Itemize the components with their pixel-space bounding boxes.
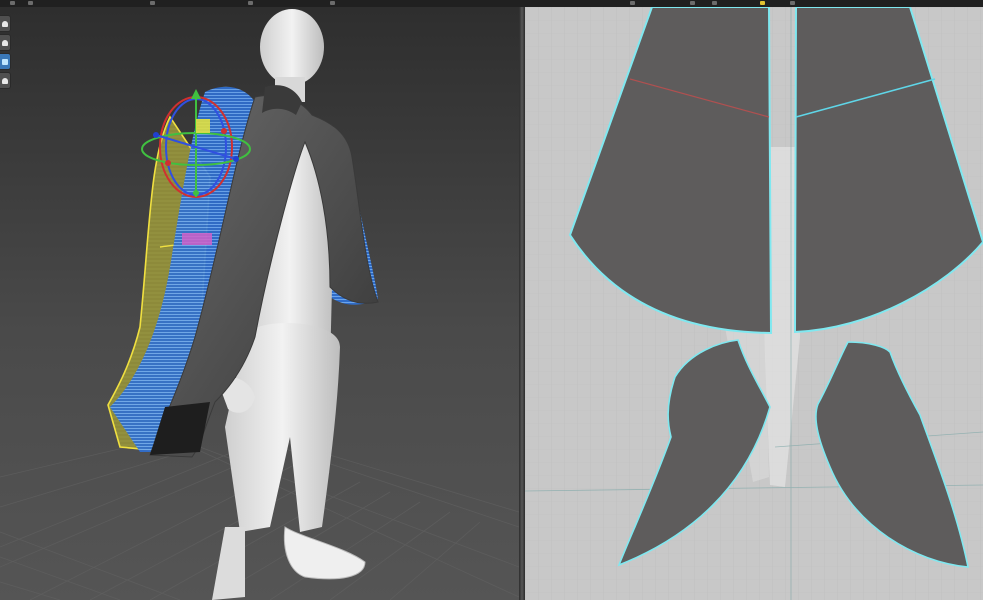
select-pattern-icon[interactable]	[10, 1, 15, 5]
avatar-front-icon[interactable]	[0, 34, 11, 51]
viewport-3d[interactable]	[0, 7, 519, 600]
edit-point-icon[interactable]	[150, 1, 155, 5]
segment-sewing-icon[interactable]	[690, 1, 695, 5]
viewport-2d[interactable]	[525, 7, 983, 600]
view-toolbar	[0, 15, 12, 99]
transform-pattern-icon[interactable]	[28, 1, 33, 5]
fabric-highlight-pink	[182, 233, 212, 245]
scene-3d[interactable]	[0, 7, 519, 600]
garment-view-icon[interactable]	[0, 53, 11, 70]
avatar-full-icon[interactable]	[0, 15, 11, 32]
simulate-icon[interactable]	[760, 1, 765, 5]
internal-line-icon[interactable]	[630, 1, 635, 5]
polygon-icon[interactable]	[248, 1, 253, 5]
avatar-head-icon[interactable]	[0, 72, 11, 89]
pattern-canvas[interactable]	[525, 7, 983, 600]
fold-arrangement-icon[interactable]	[790, 1, 795, 5]
free-sewing-icon[interactable]	[712, 1, 717, 5]
rectangle-icon[interactable]	[330, 1, 335, 5]
